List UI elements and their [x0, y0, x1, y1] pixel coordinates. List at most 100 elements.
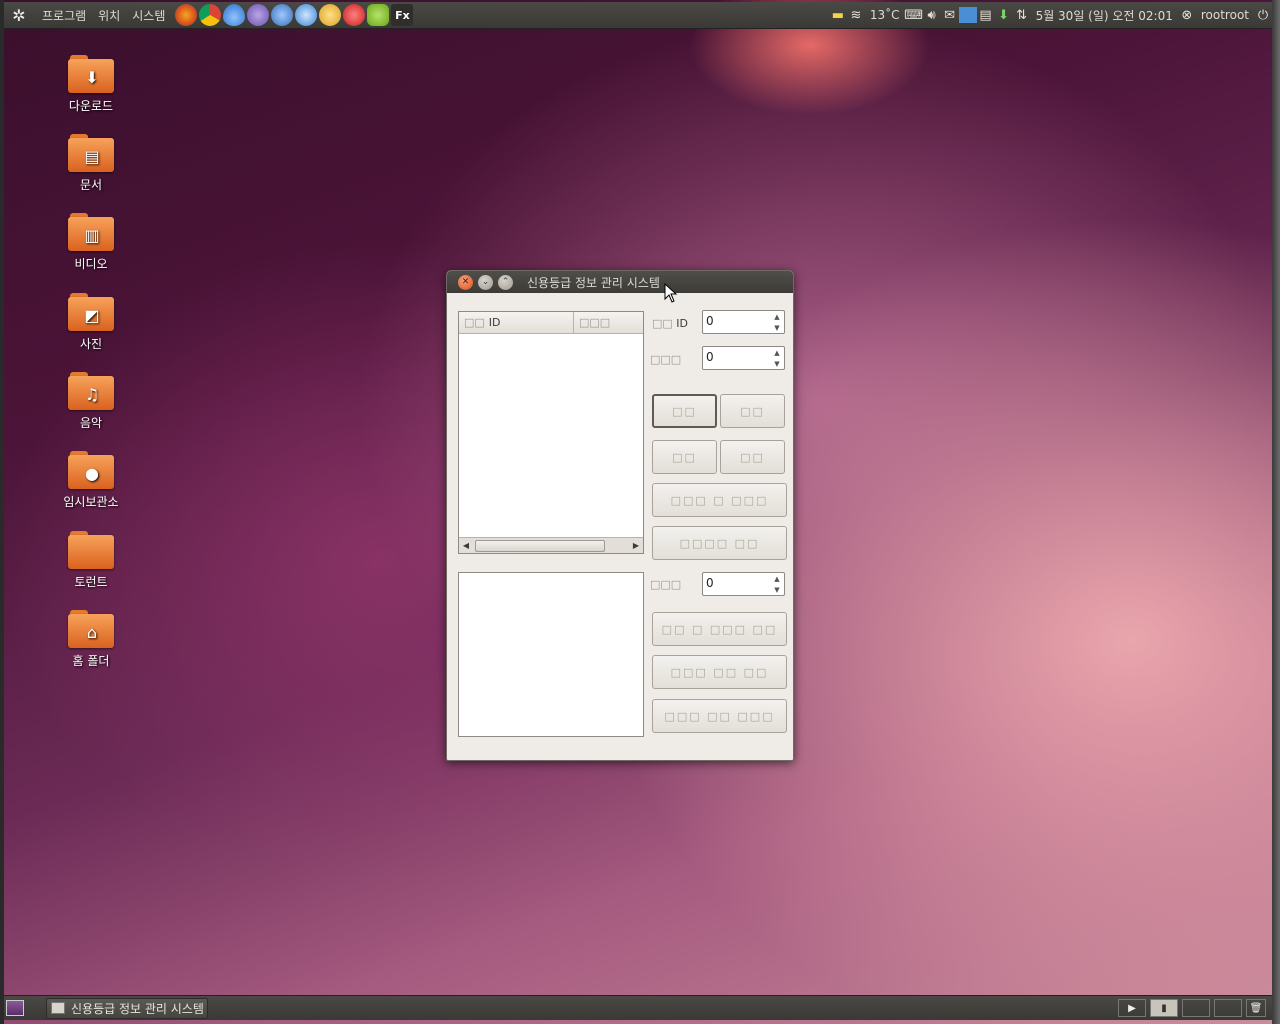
output-textarea[interactable] [458, 572, 644, 737]
desktop-icon-label: 비디오 [74, 257, 108, 271]
folder-icon: ▥ [68, 213, 114, 251]
id-label: □□ ID [652, 317, 688, 330]
network-icon[interactable]: ⇅ [1013, 7, 1031, 23]
screen-left-edge [0, 0, 4, 1024]
photo-icon: ◩ [84, 305, 100, 325]
clock[interactable]: 5월 30일 (일) 오전 02:01 [1036, 7, 1173, 24]
folder-icon: ▤ [68, 134, 114, 172]
button-5[interactable]: □□□ □ □□□ [652, 483, 787, 517]
button-7[interactable]: □□ □ □□□ □□ [652, 612, 787, 646]
menu-system[interactable]: 시스템 [126, 7, 171, 24]
desktop-icon-documents[interactable]: ▤ 문서 [51, 134, 131, 193]
id-label-prefix: □□ [652, 317, 673, 330]
field3-spinbox[interactable]: 0 ▲ ▼ [702, 572, 785, 596]
weather-text[interactable]: 13˚C [870, 8, 900, 22]
cat-app-icon[interactable] [319, 4, 342, 26]
desktop-icon-pictures[interactable]: ◩ 사진 [51, 293, 131, 352]
button-4[interactable]: □□ [720, 440, 785, 474]
system-tray: ▬ ≋ 13˚C ⌨ 🔊︎ ✉ ▤ ⬇ ⇅ 5월 30일 (일) 오전 02:0… [829, 2, 1272, 28]
chrome-icon[interactable] [199, 4, 222, 26]
desktop-icon-label: 사진 [79, 337, 103, 351]
folder-tray-icon[interactable]: ▬ [829, 7, 847, 23]
clipboard-icon[interactable]: ▤ [977, 7, 995, 23]
main-menu: ✲ 프로그램 위치 시스템 [4, 2, 171, 28]
spin-down-icon[interactable]: ▼ [770, 584, 784, 595]
button-2[interactable]: □□ [720, 394, 785, 428]
minimize-icon[interactable]: ⌄ [478, 274, 493, 290]
blue-app-icon[interactable] [295, 4, 318, 26]
volume-icon[interactable]: 🔊︎ [923, 7, 941, 23]
spin-down-icon[interactable]: ▼ [770, 322, 784, 333]
spin-up-icon[interactable]: ▲ [770, 573, 784, 584]
desktop-icon-music[interactable]: ♫ 음악 [51, 372, 131, 431]
horizontal-scrollbar[interactable]: ◀ ▶ [459, 537, 643, 553]
power-icon[interactable]: ⏻ [1254, 7, 1272, 23]
field2-spinbox[interactable]: 0 ▲ ▼ [702, 346, 785, 370]
fx-icon[interactable]: Fx [391, 4, 414, 26]
desktop-icon-videos[interactable]: ▥ 비디오 [51, 213, 131, 272]
show-desktop-icon[interactable] [6, 1000, 24, 1016]
scroll-track[interactable] [473, 539, 629, 552]
field2-value[interactable]: 0 [703, 347, 770, 369]
scroll-right-icon[interactable]: ▶ [629, 539, 643, 553]
column-header-2[interactable]: □□□ [574, 312, 643, 333]
workspace-4[interactable] [1214, 999, 1242, 1017]
desktop-icon-public[interactable]: ● 임시보관소 [51, 451, 131, 510]
folder-icon: ⬇ [68, 55, 114, 93]
weather-icon[interactable]: ≋ [847, 7, 865, 23]
spin-down-icon[interactable]: ▼ [770, 358, 784, 369]
desktop-icon-downloads[interactable]: ⬇ 다운로드 [51, 55, 131, 114]
person-icon: ● [85, 463, 99, 483]
id-label-text: ID [676, 317, 689, 330]
download-icon: ⬇ [85, 67, 99, 87]
close-icon[interactable]: ✕ [458, 274, 473, 290]
button-1[interactable]: □□ [652, 394, 717, 428]
scroll-thumb[interactable] [475, 539, 605, 552]
trash-icon[interactable]: 🗑︎ [1246, 999, 1266, 1017]
button-9[interactable]: □□□ □□ □□□ [652, 699, 787, 733]
window-title: 신용등급 정보 관리 시스템 [527, 275, 660, 290]
red-app-icon[interactable] [343, 4, 366, 26]
id-spinbox[interactable]: 0 ▲ ▼ [702, 310, 785, 334]
mail-icon[interactable]: ✉ [941, 7, 959, 23]
menu-applications[interactable]: 프로그램 [36, 7, 92, 24]
column-header-id[interactable]: □□ ID [459, 312, 574, 333]
water-drop-icon[interactable] [223, 4, 246, 26]
mouse-cursor-icon [664, 283, 678, 303]
username[interactable]: rootroot [1201, 8, 1249, 22]
keyboard-icon[interactable]: ⌨ [904, 7, 923, 23]
top-panel: ✲ 프로그램 위치 시스템 Fx ▬ ≋ 13˚C ⌨ 🔊︎ ✉ ▤ ⬇ ⇅ 5… [4, 2, 1272, 29]
id-value[interactable]: 0 [703, 311, 770, 333]
spin-up-icon[interactable]: ▲ [770, 347, 784, 358]
workspace-1[interactable]: ▶ [1118, 999, 1146, 1017]
field3-label: □□□ [650, 578, 682, 591]
update-icon[interactable]: ⬇ [995, 7, 1013, 23]
blue-tray-icon[interactable] [958, 7, 977, 23]
user-status-icon[interactable]: ⊗ [1178, 7, 1196, 23]
taskbar-window-button[interactable]: 신용등급 정보 관리 시스템 [46, 997, 208, 1019]
button-3[interactable]: □□ [652, 440, 717, 474]
desktop-icon-label: 다운로드 [68, 99, 114, 113]
pidgin-icon[interactable] [247, 4, 270, 26]
workspace-3[interactable] [1182, 999, 1210, 1017]
firefox-icon[interactable] [175, 4, 198, 26]
button-6[interactable]: □□□□ □□ [652, 526, 787, 560]
scroll-left-icon[interactable]: ◀ [459, 539, 473, 553]
menu-places[interactable]: 위치 [92, 7, 126, 24]
workspace-2[interactable]: ▮ [1150, 999, 1178, 1017]
record-list[interactable]: □□ ID □□□ ◀ ▶ [458, 311, 644, 554]
maximize-icon[interactable]: ⌃ [498, 274, 513, 290]
thunderbird-icon[interactable] [271, 4, 294, 26]
column-header-id-prefix: □□ [464, 316, 485, 329]
app-window: ✕ ⌄ ⌃ 신용등급 정보 관리 시스템 □□ ID □□□ ◀ ▶ □□ ID… [446, 270, 794, 761]
ubuntu-logo-icon[interactable]: ✲ [8, 4, 30, 26]
folder-icon: ◩ [68, 293, 114, 331]
window-titlebar[interactable]: ✕ ⌄ ⌃ 신용등급 정보 관리 시스템 [447, 271, 793, 293]
android-icon[interactable] [367, 4, 390, 26]
button-8[interactable]: □□□ □□ □□ [652, 655, 787, 689]
fx-label: Fx [395, 8, 410, 22]
field3-value[interactable]: 0 [703, 573, 770, 595]
desktop-icon-home[interactable]: ⌂ 홈 폴더 [51, 610, 131, 669]
desktop-icon-torrent[interactable]: 토런트 [51, 531, 131, 590]
spin-up-icon[interactable]: ▲ [770, 311, 784, 322]
